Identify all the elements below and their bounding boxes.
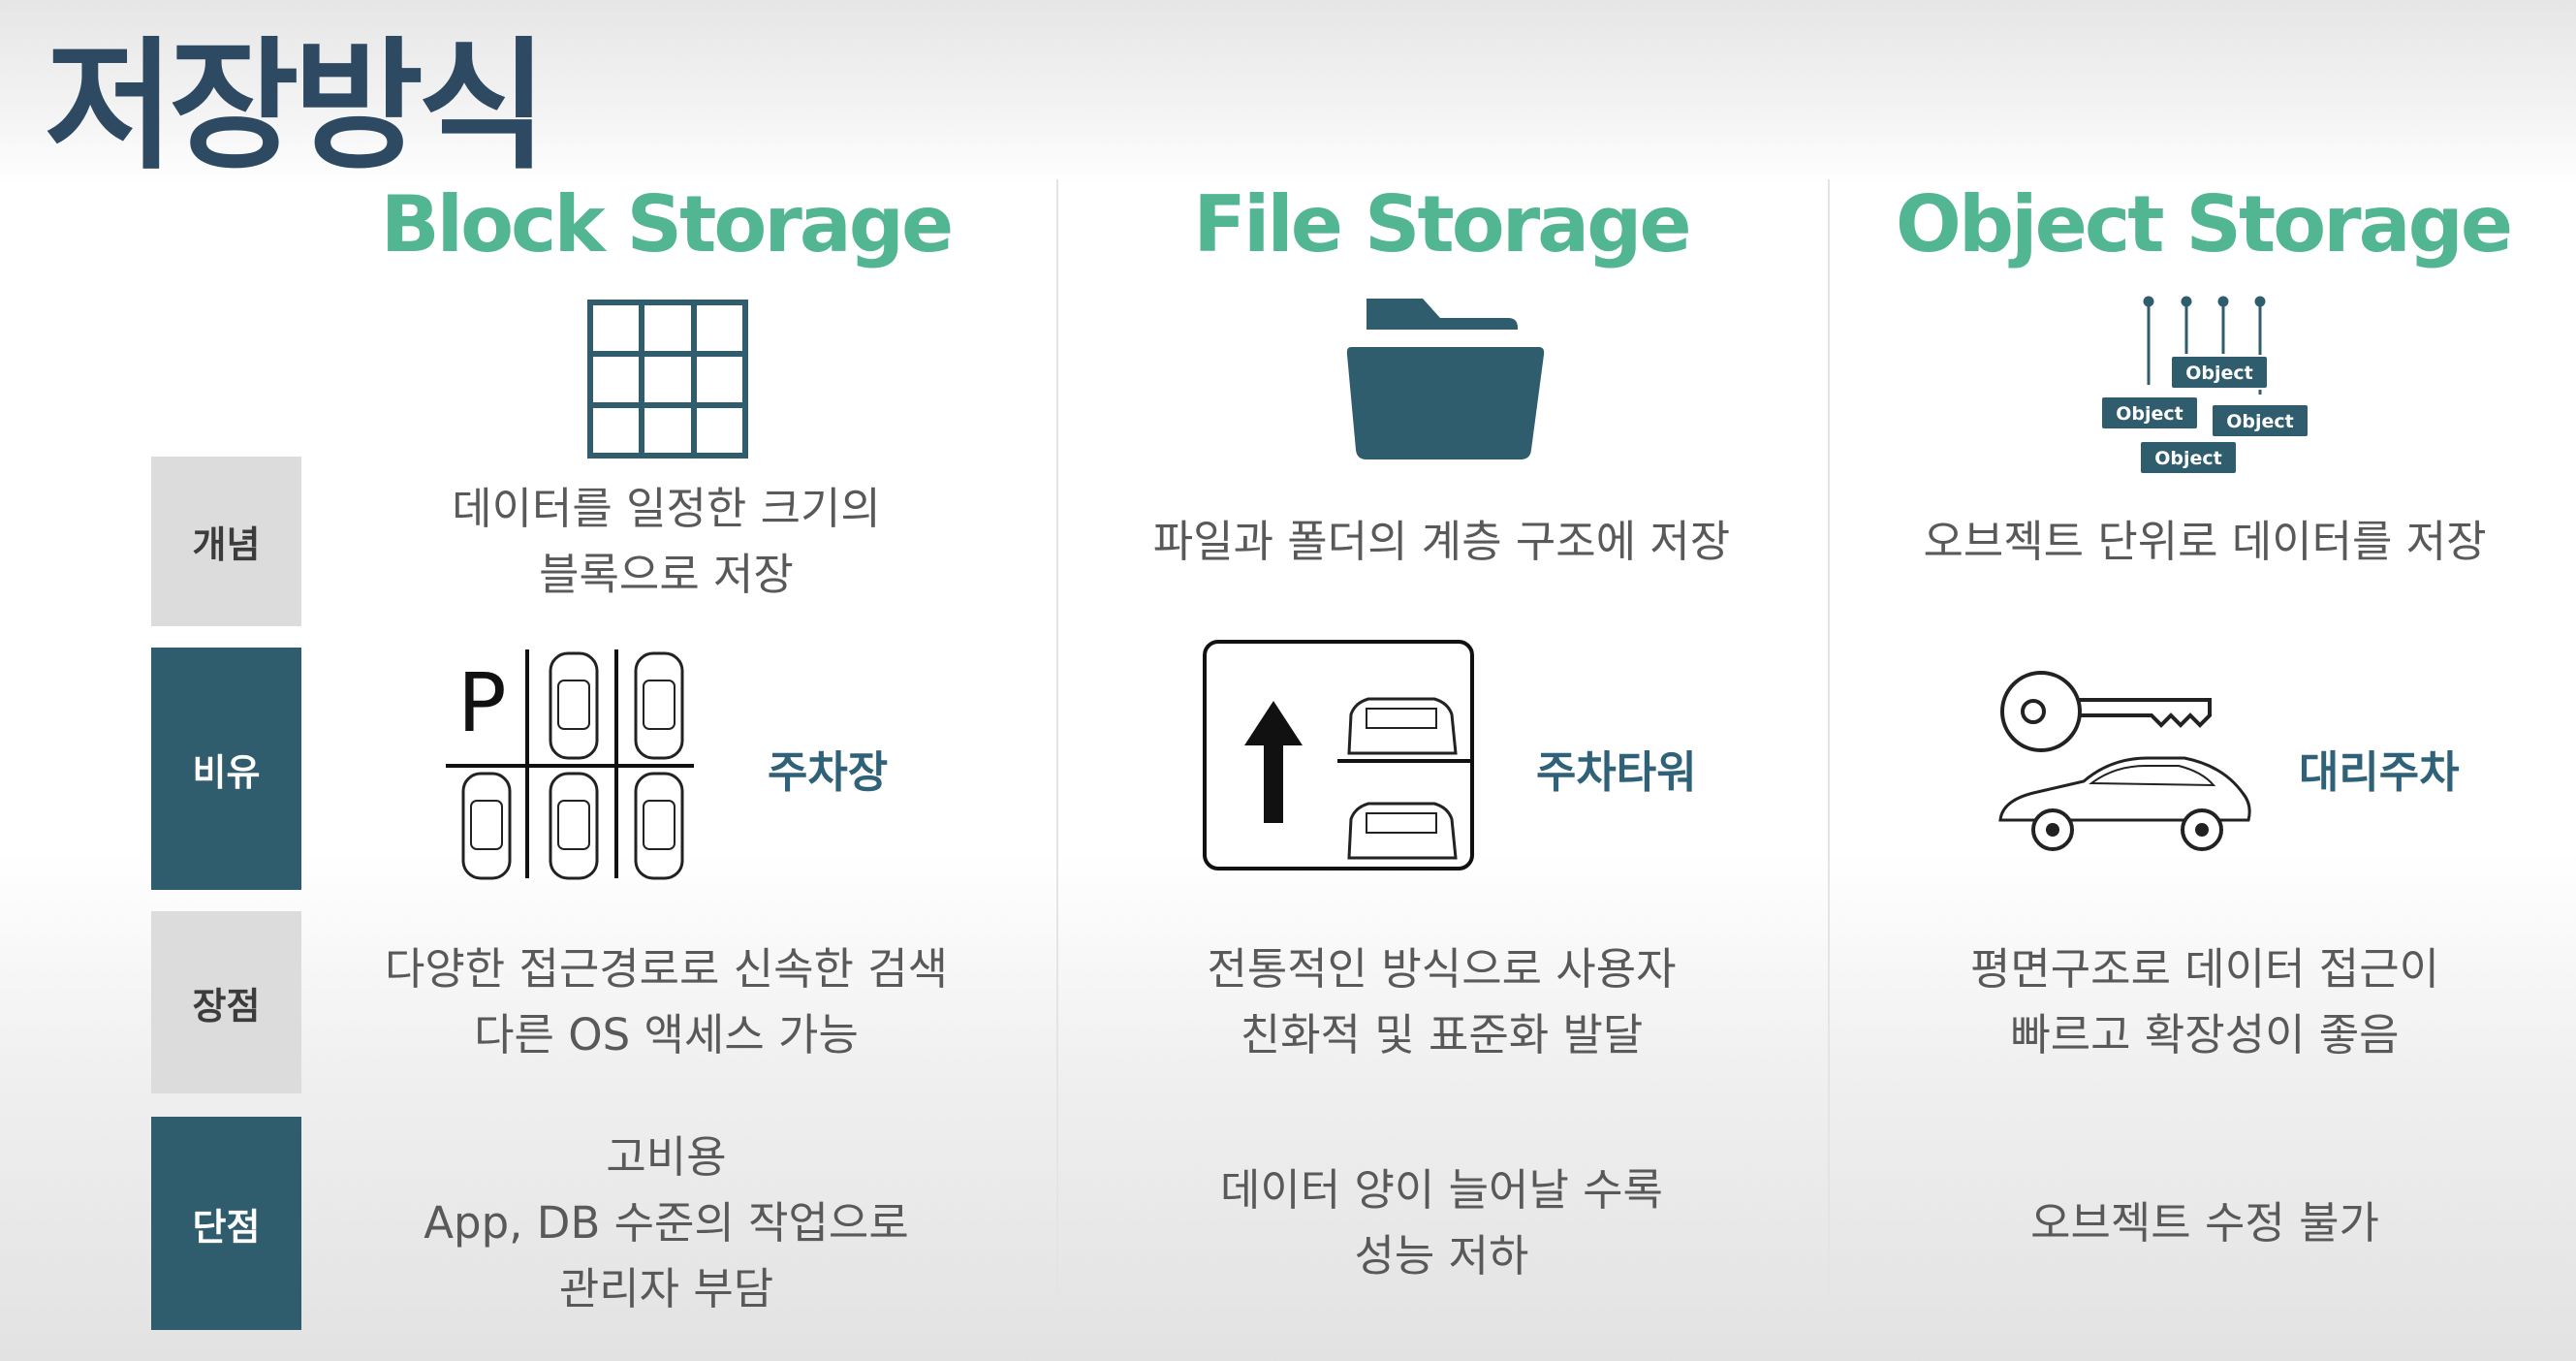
file-analogy-label: 주차타워: [1536, 746, 1697, 798]
column-divider: [1828, 179, 1830, 1314]
text-line: 데이터를 일정한 크기의: [452, 482, 881, 534]
file-pros: 전통적인 방식으로 사용자친화적 및 표준화 발달: [1066, 911, 1817, 1093]
text-line: 블록으로 저장: [539, 548, 794, 600]
row-label-pros: 장점: [151, 911, 301, 1093]
object-cons: 오브젝트 수정 불가: [1837, 1117, 2573, 1330]
block-storage-title: Block Storage: [380, 179, 955, 269]
svg-text:P: P: [457, 655, 507, 750]
block-concept: 데이터를 일정한 크기의블록으로 저장: [320, 457, 1013, 626]
text-line: 관리자 부담: [558, 1263, 774, 1314]
text-line: 고비용: [606, 1131, 727, 1183]
file-concept: 파일과 폴더의 계층 구조에 저장: [1066, 457, 1817, 626]
folder-icon: [1346, 299, 1545, 459]
row-label-concept: 개념: [151, 457, 301, 626]
text-line: 전통적인 방식으로 사용자: [1207, 943, 1677, 995]
parking-lot-icon: P: [446, 649, 694, 880]
file-storage-title: File Storage: [1193, 179, 1691, 269]
row-label-analogy: 비유: [151, 648, 301, 890]
row-label-cons: 단점: [151, 1117, 301, 1330]
text-line: 빠르고 확장성이 좋음: [2010, 1009, 2400, 1060]
file-cons: 데이터 양이 늘어날 수록성능 저하: [1066, 1117, 1817, 1330]
block-pros: 다양한 접근경로로 신속한 검색다른 OS 액세스 가능: [320, 911, 1013, 1093]
column-divider: [1056, 179, 1058, 1314]
object-concept: 오브젝트 단위로 데이터를 저장: [1837, 457, 2573, 626]
grid-icon: [587, 300, 748, 459]
object-label: Object: [2185, 363, 2253, 384]
text-line: 다른 OS 액세스 가능: [474, 1009, 859, 1060]
parking-tower-icon: [1203, 640, 1474, 870]
text-line: 친화적 및 표준화 발달: [1240, 1009, 1644, 1060]
text-line: App, DB 수준의 작업으로: [424, 1197, 909, 1249]
block-cons: 고비용 App, DB 수준의 작업으로관리자 부담: [320, 1117, 1013, 1330]
text-line: 오브젝트 단위로 데이터를 저장: [1923, 515, 2487, 567]
text-line: 성능 저하: [1354, 1230, 1529, 1282]
block-analogy-label: 주차장: [768, 746, 889, 798]
object-storage-title: Object Storage: [1895, 179, 2513, 269]
object-pros: 평면구조로 데이터 접근이빠르고 확장성이 좋음: [1837, 911, 2573, 1093]
text-line: 데이터 양이 늘어날 수록: [1220, 1164, 1663, 1216]
object-label: Object: [2226, 411, 2294, 432]
key-car-icon: [1998, 671, 2251, 851]
object-analogy-label: 대리주차: [2299, 746, 2460, 798]
text-line: 다양한 접근경로로 신속한 검색: [384, 943, 949, 995]
page-title: 저장방식: [45, 24, 548, 189]
object-tree-icon: Object Object Object Object: [2100, 296, 2309, 475]
object-label: Object: [2116, 403, 2183, 425]
text-line: 파일과 폴더의 계층 구조에 저장: [1152, 515, 1731, 567]
text-line: 평면구조로 데이터 접근이: [1969, 943, 2439, 995]
text-line: 오브젝트 수정 불가: [2030, 1197, 2379, 1249]
